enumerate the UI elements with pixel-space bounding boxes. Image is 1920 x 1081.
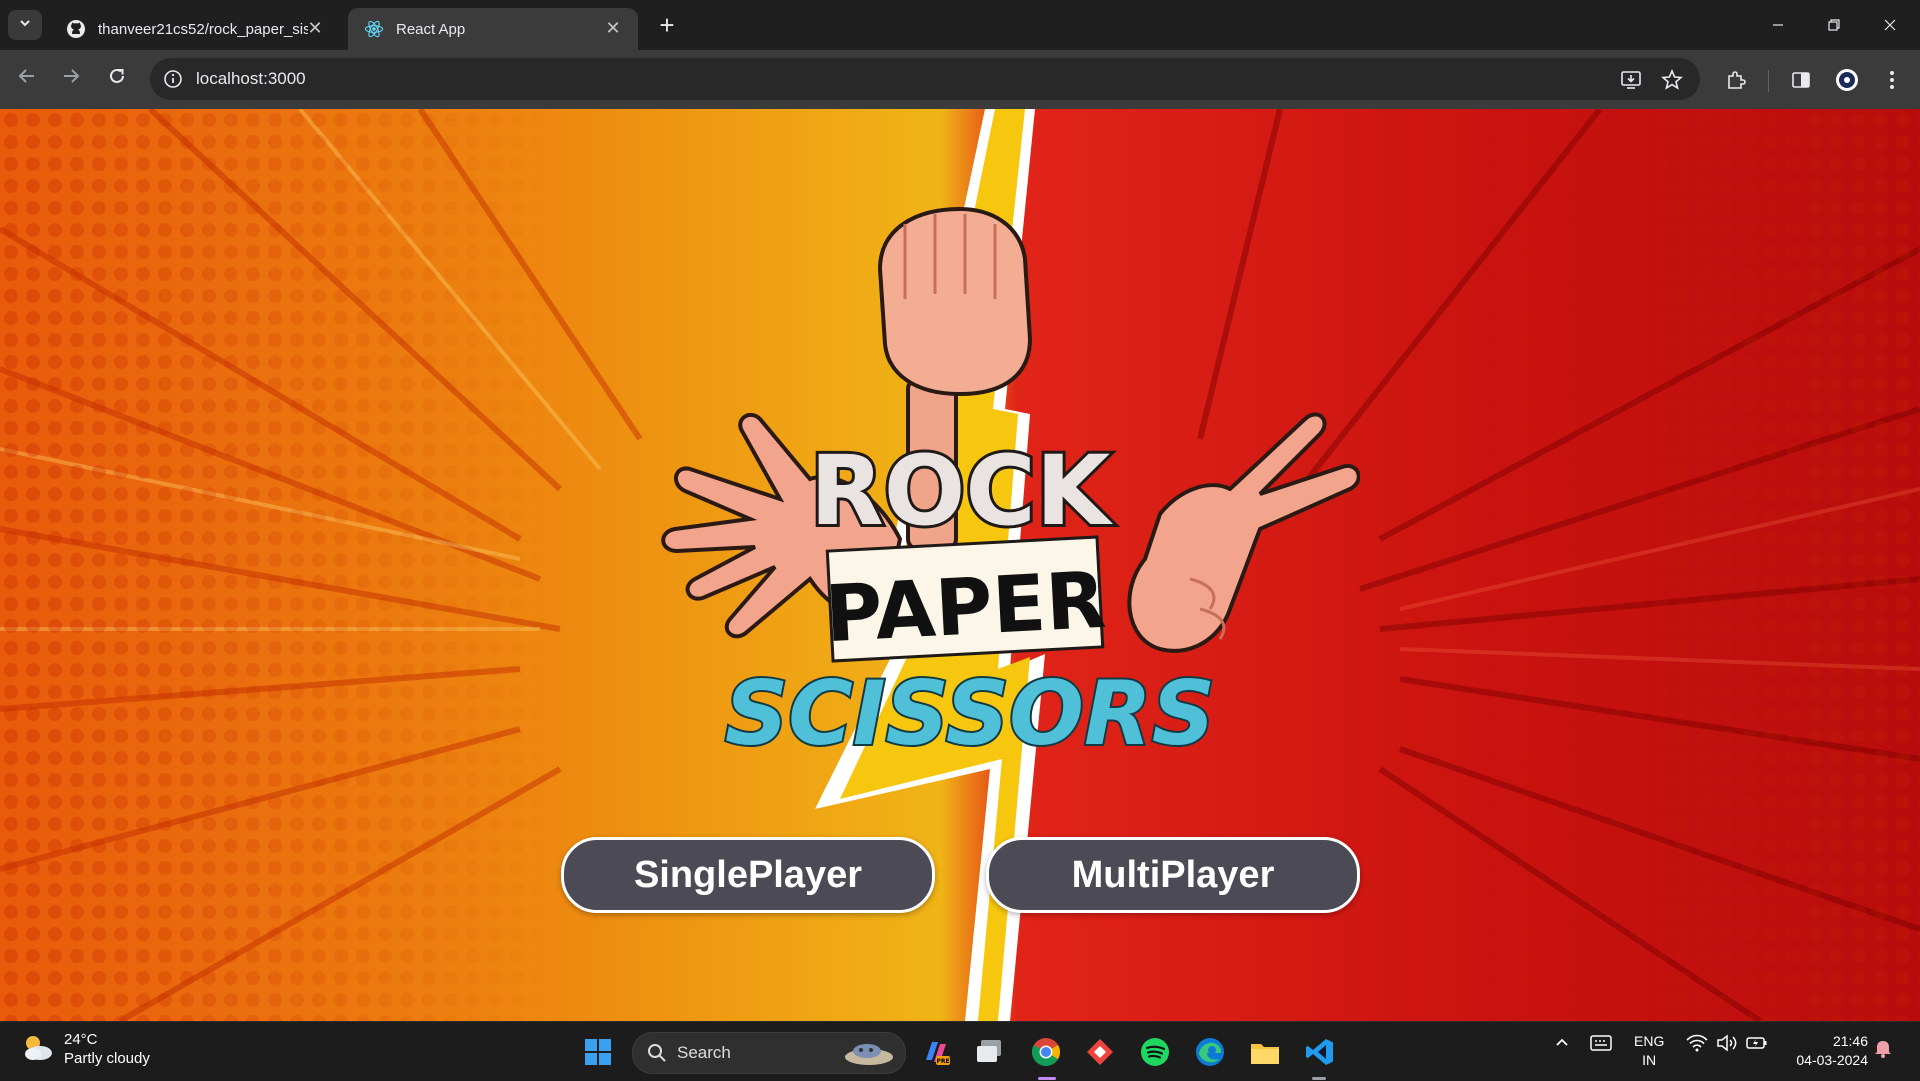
multiplayer-button[interactable]: MultiPlayer bbox=[986, 837, 1360, 913]
reload-icon bbox=[108, 67, 126, 91]
arrow-left-icon bbox=[18, 67, 36, 91]
region-code: IN bbox=[1642, 1052, 1657, 1068]
spotify-icon[interactable] bbox=[1135, 1032, 1175, 1072]
address-bar[interactable]: localhost:3000 bbox=[150, 58, 1700, 100]
tab-title: React App bbox=[396, 20, 466, 38]
tab-search-button[interactable] bbox=[8, 10, 42, 40]
file-explorer-icon[interactable] bbox=[1245, 1032, 1285, 1072]
logo-rock-text: ROCK bbox=[810, 435, 1114, 547]
chrome-icon[interactable] bbox=[1026, 1032, 1066, 1072]
install-app-icon[interactable] bbox=[1619, 68, 1643, 92]
forward-button[interactable] bbox=[56, 64, 86, 94]
chevron-down-icon bbox=[18, 16, 32, 35]
profile-avatar[interactable] bbox=[1833, 66, 1861, 94]
svg-text:PRE: PRE bbox=[936, 1058, 949, 1065]
side-panel-icon[interactable] bbox=[1787, 66, 1815, 94]
partly-cloudy-icon bbox=[20, 1032, 54, 1067]
close-tab-icon[interactable]: ✕ bbox=[304, 18, 326, 39]
tab-react-app[interactable]: React App ✕ bbox=[348, 8, 638, 50]
site-info-icon[interactable] bbox=[162, 68, 184, 90]
url-text: localhost:3000 bbox=[196, 69, 306, 88]
toolbar-divider bbox=[1768, 70, 1769, 92]
keyboard-icon[interactable] bbox=[1590, 1034, 1612, 1055]
clock-time: 21:46 bbox=[1832, 1033, 1868, 1049]
language-indicator[interactable]: ENG IN bbox=[1634, 1032, 1664, 1070]
taskbar-search[interactable]: Search bbox=[632, 1032, 906, 1074]
arrow-right-icon bbox=[62, 67, 80, 91]
search-label: Search bbox=[677, 1043, 731, 1062]
lang-code: ENG bbox=[1634, 1033, 1665, 1049]
back-button[interactable] bbox=[12, 64, 42, 94]
show-hidden-icons-chevron-up-icon[interactable] bbox=[1553, 1034, 1571, 1055]
logo-scissors-text: SCISSORS bbox=[725, 662, 1215, 765]
minimize-button[interactable] bbox=[1750, 8, 1806, 42]
weather-widget[interactable]: 24°C Partly cloudy bbox=[20, 1030, 150, 1068]
new-tab-button[interactable]: + bbox=[652, 12, 682, 40]
github-icon bbox=[66, 19, 86, 39]
task-view-icon[interactable] bbox=[970, 1032, 1010, 1072]
browser-toolbar: localhost:3000 bbox=[0, 50, 1920, 109]
scissors-hand-icon bbox=[1127, 412, 1360, 653]
rock-paper-scissors-logo: ROCK PAPER SCISSORS bbox=[661, 206, 1360, 767]
clock-date: 04-03-2024 bbox=[1796, 1052, 1868, 1068]
singleplayer-button[interactable]: SinglePlayer bbox=[561, 837, 935, 913]
close-window-button[interactable] bbox=[1862, 8, 1918, 42]
windows-taskbar: 24°C Partly cloudy Search PRE ENG IN 21:… bbox=[0, 1021, 1920, 1081]
game-home-page: ROCK PAPER SCISSORS SinglePlayer MultiPl… bbox=[0, 109, 1920, 1021]
weather-temp: 24°C bbox=[64, 1031, 98, 1048]
copilot-icon[interactable]: PRE bbox=[916, 1032, 956, 1072]
reload-button[interactable] bbox=[102, 64, 132, 94]
search-icon bbox=[647, 1043, 667, 1068]
notification-bell-icon[interactable] bbox=[1874, 1038, 1892, 1061]
tab-github[interactable]: thanveer21cs52/rock_paper_sis ✕ bbox=[50, 8, 340, 50]
windows-start-icon[interactable] bbox=[578, 1032, 618, 1072]
anydesk-icon[interactable] bbox=[1080, 1032, 1120, 1072]
edge-icon[interactable] bbox=[1190, 1032, 1230, 1072]
volume-icon[interactable] bbox=[1716, 1034, 1738, 1055]
tab-title: thanveer21cs52/rock_paper_sis bbox=[98, 20, 308, 38]
tab-strip: thanveer21cs52/rock_paper_sis ✕ React Ap… bbox=[0, 0, 1920, 50]
battery-icon[interactable] bbox=[1746, 1034, 1768, 1055]
system-clock[interactable]: 21:46 04-03-2024 bbox=[1796, 1032, 1868, 1070]
weather-desc: Partly cloudy bbox=[64, 1050, 150, 1067]
react-icon bbox=[364, 19, 384, 39]
close-tab-icon[interactable]: ✕ bbox=[602, 18, 624, 39]
menu-kebab-icon[interactable] bbox=[1878, 66, 1906, 94]
wifi-icon[interactable] bbox=[1686, 1034, 1708, 1055]
bookmark-star-icon[interactable] bbox=[1660, 68, 1684, 92]
search-highlight-icon bbox=[839, 1039, 895, 1072]
extensions-icon[interactable] bbox=[1722, 66, 1750, 94]
vscode-icon[interactable] bbox=[1300, 1032, 1340, 1072]
logo-paper-text: PAPER bbox=[823, 556, 1108, 661]
restore-button[interactable] bbox=[1806, 8, 1862, 42]
